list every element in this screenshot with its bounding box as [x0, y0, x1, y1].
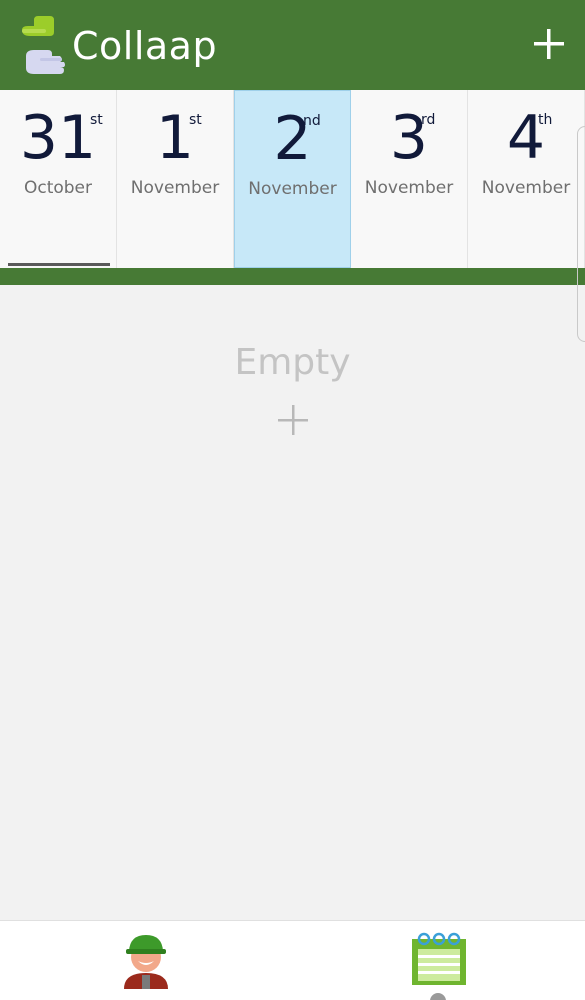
side-drawer-handle[interactable] — [577, 126, 585, 342]
app-title: Collaap — [72, 24, 218, 68]
month-label: November — [130, 178, 220, 198]
day-number: 1 — [155, 103, 195, 173]
date-cell-nov-2[interactable]: 2 nd November — [234, 90, 351, 268]
plus-icon — [534, 29, 564, 59]
date-cell-oct-31[interactable]: 31 st October — [0, 90, 117, 268]
collaap-hands-logo-icon — [22, 16, 65, 74]
active-tab-indicator — [430, 993, 446, 1000]
app-bar: Collaap — [0, 0, 585, 90]
day-suffix: rd — [421, 112, 436, 128]
empty-state-label: Empty — [234, 342, 351, 383]
day-number: 3 — [389, 103, 429, 173]
month-label: November — [248, 179, 337, 199]
month-label: November — [481, 178, 571, 198]
day-number: 4 — [506, 103, 546, 173]
date-strip: 31 st October 1 st November 2 nd Novembe… — [0, 90, 585, 268]
calendar-notepad-icon[interactable] — [408, 931, 470, 987]
date-cell-nov-1[interactable]: 1 st November — [117, 90, 234, 268]
day-suffix: st — [189, 112, 202, 128]
add-event-button[interactable] — [531, 26, 567, 62]
month-label: November — [364, 178, 454, 198]
date-cell-nov-4[interactable]: 4 th November — [468, 90, 585, 268]
date-cell-nov-3[interactable]: 3 rd November — [351, 90, 468, 268]
plus-icon — [278, 405, 308, 435]
day-suffix: st — [90, 112, 103, 128]
empty-add-button[interactable] — [277, 404, 309, 436]
bottom-nav — [0, 920, 585, 1000]
month-label: October — [23, 178, 93, 198]
today-indicator — [8, 263, 110, 266]
day-number: 2 — [273, 104, 312, 174]
day-suffix: th — [538, 112, 553, 128]
date-strip-divider — [0, 268, 585, 285]
worker-avatar-icon[interactable] — [120, 929, 172, 989]
day-suffix: nd — [303, 113, 321, 129]
